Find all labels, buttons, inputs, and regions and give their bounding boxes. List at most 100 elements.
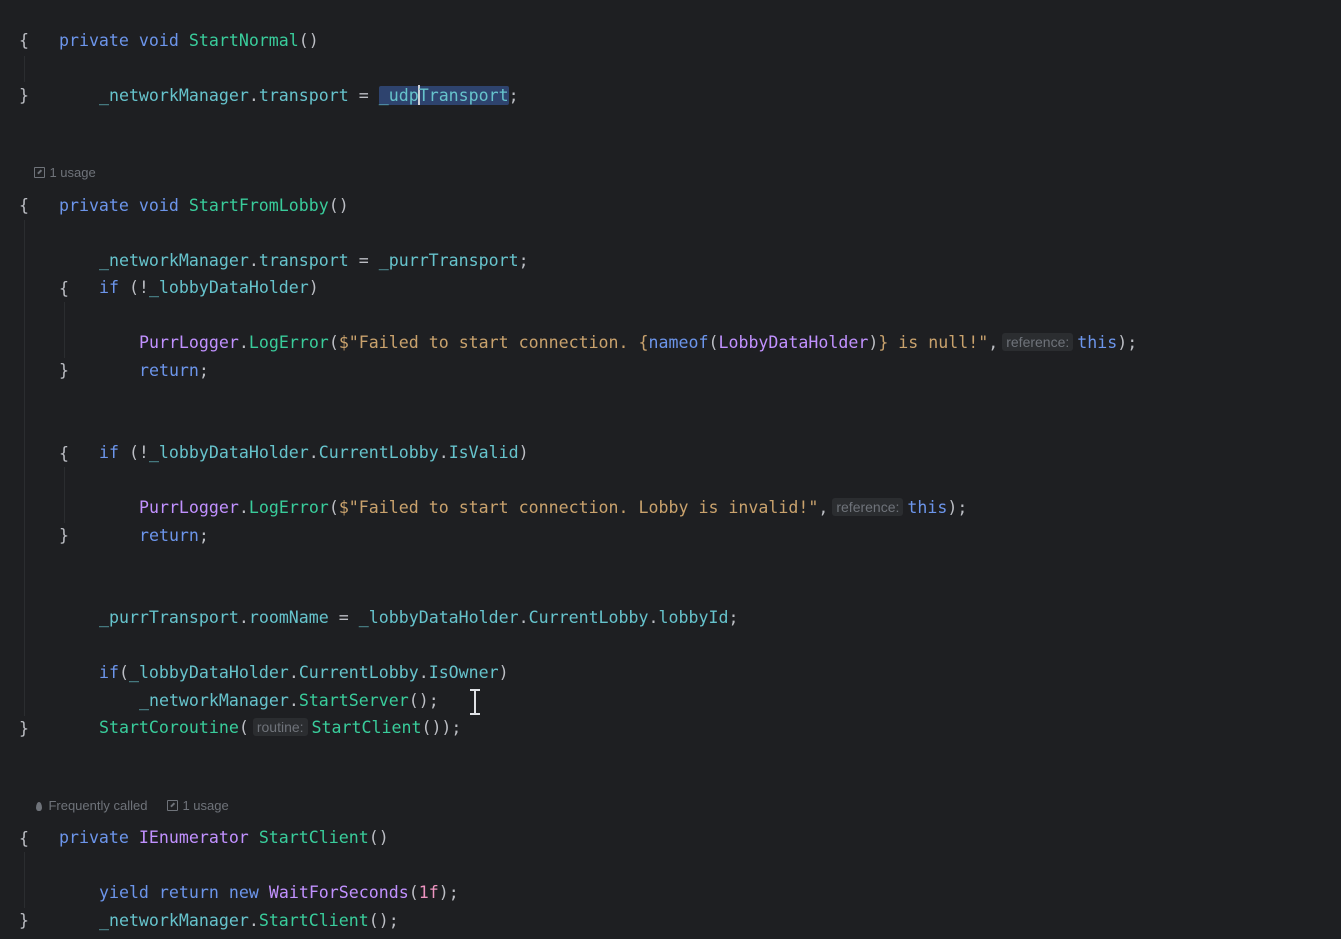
method-name[interactable]: LogError — [249, 498, 329, 517]
brace: } — [59, 361, 69, 380]
method-name[interactable]: StartFromLobby — [189, 196, 329, 215]
punctuation: ); — [947, 498, 968, 518]
code-line[interactable]: yield return new WaitForSeconds(1f); — [59, 852, 459, 902]
code-line[interactable]: _networkManager.transport = _udpTranspor… — [59, 55, 519, 106]
field-name[interactable]: _networkManager — [99, 911, 249, 930]
field-name[interactable]: transport — [259, 86, 349, 105]
punctuation: . — [648, 608, 659, 628]
punctuation: ( — [328, 333, 339, 353]
code-line[interactable]: if(_lobbyDataHolder.CurrentLobby.IsOwner… — [59, 632, 509, 682]
code-line[interactable]: PurrLogger.LogError($"Failed to start co… — [99, 302, 1137, 352]
field-name[interactable]: _lobbyDataHolder — [149, 278, 309, 297]
punctuation: ()); — [421, 718, 462, 738]
method-name[interactable]: StartClient — [259, 911, 369, 930]
code-line[interactable]: private void StartFromLobby() — [19, 165, 349, 215]
code-line[interactable]: { — [19, 825, 29, 852]
punctuation: ( — [408, 883, 419, 903]
punctuation: ); — [1117, 333, 1138, 353]
text-cursor-icon — [468, 689, 482, 715]
punctuation: , — [988, 333, 999, 353]
keyword: this — [907, 498, 948, 518]
type-name[interactable]: IEnumerator — [139, 828, 249, 847]
punctuation: ; — [198, 361, 209, 381]
code-line[interactable]: } — [19, 715, 29, 742]
keyword: nameof — [648, 333, 709, 353]
brace: { — [19, 31, 29, 50]
property-name[interactable]: IsOwner — [429, 663, 499, 682]
punctuation: ; — [728, 608, 739, 628]
code-line[interactable]: return; — [99, 495, 209, 545]
code-line[interactable]: PurrLogger.LogError($"Failed to start co… — [99, 467, 967, 517]
code-line[interactable]: } — [19, 907, 29, 934]
code-line[interactable]: if (!_lobbyDataHolder.CurrentLobby.IsVal… — [59, 412, 529, 462]
brace: { — [19, 196, 29, 215]
code-line[interactable]: _purrTransport.roomName = _lobbyDataHold… — [59, 577, 738, 627]
brace: { — [59, 279, 69, 298]
punctuation: () — [298, 31, 319, 51]
type-name[interactable]: LobbyDataHolder — [718, 333, 868, 352]
code-line[interactable]: return; — [99, 330, 209, 380]
punctuation: , — [818, 498, 829, 518]
method-name[interactable]: LogError — [249, 333, 329, 352]
method-name[interactable]: StartNormal — [189, 31, 299, 50]
code-line[interactable]: _networkManager.StartClient(); — [59, 880, 399, 930]
code-line[interactable]: private IEnumerator StartClient() — [19, 797, 389, 847]
frequently-called-code-lens[interactable]: Frequently called — [22, 776, 147, 813]
field-name[interactable]: _networkManager — [99, 86, 249, 105]
punctuation: . — [308, 443, 319, 463]
punctuation: () — [368, 828, 389, 848]
code-line[interactable]: { — [59, 275, 69, 302]
selected-identifier[interactable]: _udpTransport — [378, 85, 509, 106]
brace: { — [19, 829, 29, 848]
code-line[interactable]: _networkManager.StartServer(); — [99, 660, 439, 710]
code-line[interactable]: { — [19, 27, 29, 54]
code-line[interactable]: private void StartNormal() — [19, 0, 319, 50]
code-line[interactable]: } — [19, 82, 29, 109]
field-name[interactable]: _purrTransport — [99, 608, 239, 627]
field-name[interactable]: _lobbyDataHolder — [149, 443, 309, 462]
code-line[interactable]: StartCoroutine(routine: StartClient()); — [59, 687, 461, 737]
keyword: private — [58, 196, 129, 216]
method-name[interactable]: StartClient — [259, 828, 369, 847]
usages-code-lens[interactable]: 1 usage — [20, 143, 96, 180]
parameter-hint: reference: — [1002, 333, 1074, 352]
field-name[interactable]: lobbyId — [659, 608, 729, 627]
field-name[interactable]: _purrTransport — [379, 251, 519, 270]
usages-code-lens[interactable]: 1 usage — [153, 776, 229, 813]
operator: = — [348, 251, 379, 271]
code-line[interactable]: { — [59, 440, 69, 467]
punctuation: (! — [118, 278, 149, 298]
punctuation: () — [328, 196, 349, 216]
punctuation: . — [248, 911, 259, 931]
keyword: private — [58, 31, 129, 51]
number-literal: 1f — [418, 883, 439, 903]
string-literal: } is null!" — [878, 333, 989, 353]
field-name[interactable]: roomName — [249, 608, 329, 627]
keyword: void — [138, 31, 179, 51]
code-line[interactable]: } — [59, 357, 69, 384]
code-line[interactable]: { — [19, 192, 29, 219]
field-name[interactable]: _lobbyDataHolder — [359, 608, 519, 627]
keyword: return — [138, 526, 199, 546]
punctuation: . — [238, 498, 249, 518]
brace: } — [59, 526, 69, 545]
parameter-hint: reference: — [832, 498, 904, 517]
property-name[interactable]: IsValid — [449, 443, 519, 462]
method-name[interactable]: StartCoroutine — [99, 718, 239, 737]
property-name[interactable]: CurrentLobby — [529, 608, 649, 627]
keyword: return — [138, 361, 199, 381]
property-name[interactable]: CurrentLobby — [319, 443, 439, 462]
punctuation: . — [238, 333, 249, 353]
punctuation: ( — [238, 718, 249, 738]
code-line[interactable]: if (!_lobbyDataHolder) — [59, 247, 319, 297]
code-line[interactable]: } — [59, 522, 69, 549]
code-line[interactable]: _networkManager.transport = _purrTranspo… — [59, 220, 529, 270]
punctuation: ) — [868, 333, 879, 353]
method-name[interactable]: StartClient — [312, 718, 422, 737]
punctuation: ); — [438, 883, 459, 903]
code-editor[interactable]: private void StartNormal() { _networkMan… — [0, 0, 1341, 939]
